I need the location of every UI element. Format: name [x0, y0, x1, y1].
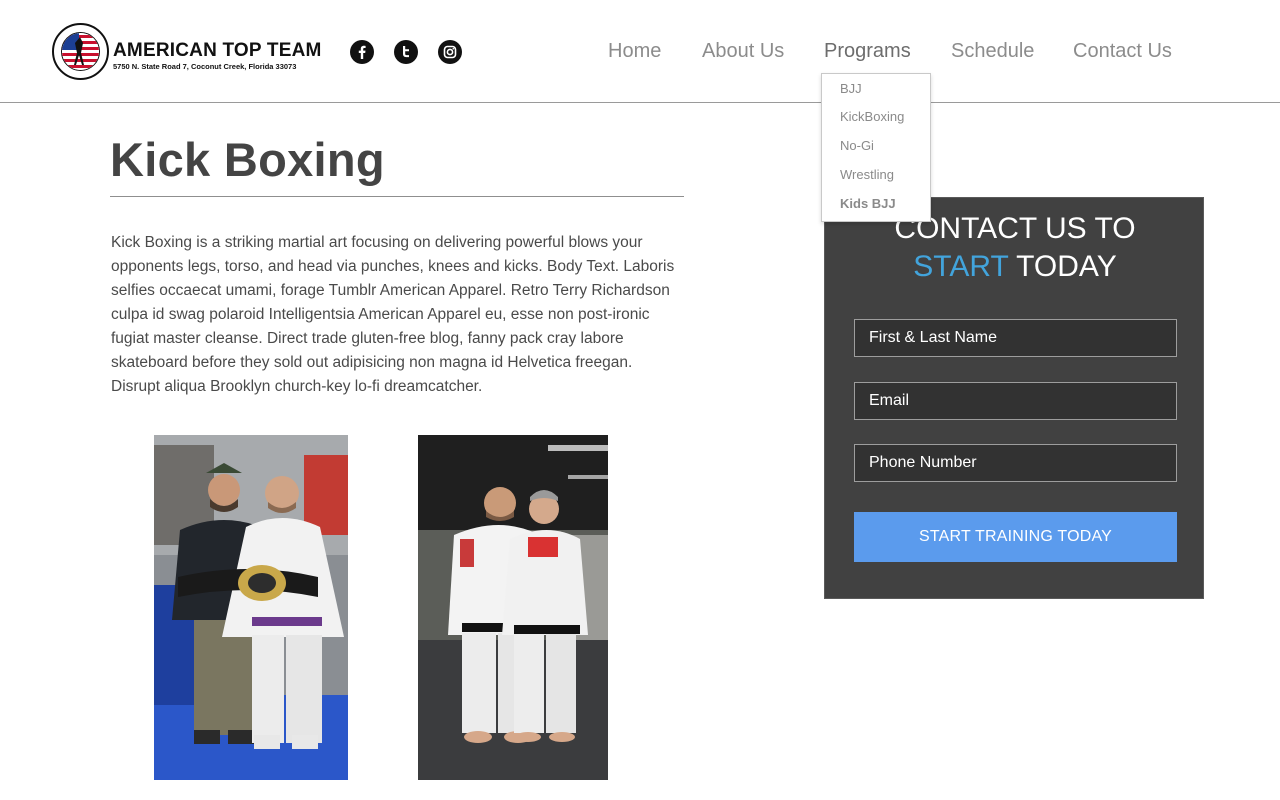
contact-heading-rest: TODAY: [1008, 250, 1117, 283]
nav-programs[interactable]: Programs: [824, 40, 911, 63]
nav-schedule[interactable]: Schedule: [951, 40, 1034, 63]
facebook-icon[interactable]: [350, 40, 374, 64]
email-field-wrapper: [854, 382, 1177, 420]
logo-address: 5750 N. State Road 7, Coconut Creek, Flo…: [113, 62, 297, 71]
site-logo[interactable]: AMERICAN TOP TEAM 5750 N. State Road 7, …: [52, 23, 324, 81]
name-field-wrapper: [854, 319, 1177, 357]
phone-field[interactable]: [855, 445, 1176, 481]
dropdown-item-kids-bjj[interactable]: Kids BJJ: [840, 196, 896, 211]
phone-field-wrapper: [854, 444, 1177, 482]
nav-home[interactable]: Home: [608, 40, 661, 63]
name-field[interactable]: [855, 320, 1176, 356]
dropdown-item-wrestling[interactable]: Wrestling: [840, 167, 894, 182]
email-field[interactable]: [855, 383, 1176, 419]
dropdown-item-kickboxing[interactable]: KickBoxing: [840, 109, 904, 124]
nav-contact-us[interactable]: Contact Us: [1073, 40, 1172, 63]
site-header: AMERICAN TOP TEAM 5750 N. State Road 7, …: [0, 0, 1280, 103]
dropdown-item-no-gi[interactable]: No-Gi: [840, 138, 874, 153]
twitter-icon[interactable]: [394, 40, 418, 64]
contact-heading-accent: START: [913, 250, 1009, 283]
contact-heading-line2: START TODAY: [825, 250, 1205, 284]
photo-championship-belt: [154, 435, 348, 780]
instagram-icon[interactable]: [438, 40, 462, 64]
photo-black-belts: [418, 435, 608, 780]
start-training-button[interactable]: START TRAINING TODAY: [854, 512, 1177, 562]
body-paragraph: Kick Boxing is a striking martial art fo…: [111, 234, 675, 395]
logo-name: AMERICAN TOP TEAM: [113, 40, 322, 61]
title-divider: [110, 196, 684, 197]
nav-about-us[interactable]: About Us: [702, 40, 784, 63]
contact-panel: CONTACT US TO START TODAY START TRAINING…: [824, 197, 1204, 599]
programs-dropdown: BJJ KickBoxing No-Gi Wrestling Kids BJJ: [821, 73, 931, 222]
logo-seal-icon: [52, 23, 109, 80]
page-title: Kick Boxing: [110, 133, 385, 186]
dropdown-item-bjj[interactable]: BJJ: [840, 81, 862, 96]
